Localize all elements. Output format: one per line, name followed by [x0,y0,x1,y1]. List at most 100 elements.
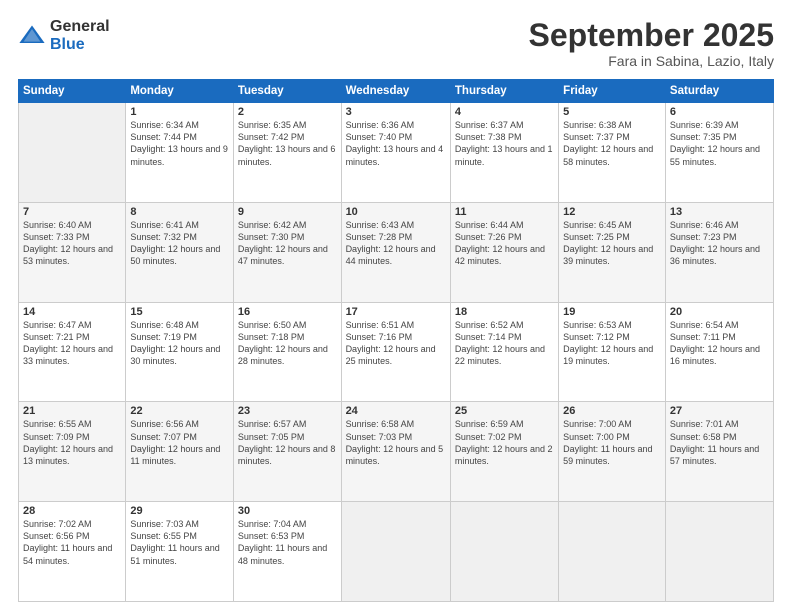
calendar-cell: 1Sunrise: 6:34 AMSunset: 7:44 PMDaylight… [126,103,234,203]
day-number: 16 [238,306,337,318]
week-row-1: 1Sunrise: 6:34 AMSunset: 7:44 PMDaylight… [19,103,774,203]
calendar-cell [450,502,558,602]
logo-general: General [50,18,110,36]
title-block: September 2025 Fara in Sabina, Lazio, It… [529,18,774,69]
day-info: Sunrise: 6:48 AMSunset: 7:19 PMDaylight:… [130,319,229,368]
day-number: 26 [563,405,661,417]
day-number: 7 [23,206,121,218]
day-info: Sunrise: 7:04 AMSunset: 6:53 PMDaylight:… [238,518,337,567]
calendar-cell: 19Sunrise: 6:53 AMSunset: 7:12 PMDayligh… [559,302,666,402]
day-info: Sunrise: 6:43 AMSunset: 7:28 PMDaylight:… [346,219,446,268]
day-number: 22 [130,405,229,417]
calendar-cell: 20Sunrise: 6:54 AMSunset: 7:11 PMDayligh… [665,302,773,402]
day-number: 13 [670,206,769,218]
day-info: Sunrise: 6:37 AMSunset: 7:38 PMDaylight:… [455,119,554,168]
day-number: 30 [238,505,337,517]
day-number: 28 [23,505,121,517]
calendar-cell: 18Sunrise: 6:52 AMSunset: 7:14 PMDayligh… [450,302,558,402]
day-info: Sunrise: 7:01 AMSunset: 6:58 PMDaylight:… [670,418,769,467]
calendar-cell [341,502,450,602]
calendar-cell: 4Sunrise: 6:37 AMSunset: 7:38 PMDaylight… [450,103,558,203]
calendar-cell: 11Sunrise: 6:44 AMSunset: 7:26 PMDayligh… [450,202,558,302]
day-info: Sunrise: 6:53 AMSunset: 7:12 PMDaylight:… [563,319,661,368]
day-info: Sunrise: 6:52 AMSunset: 7:14 PMDaylight:… [455,319,554,368]
calendar-cell: 6Sunrise: 6:39 AMSunset: 7:35 PMDaylight… [665,103,773,203]
day-info: Sunrise: 6:55 AMSunset: 7:09 PMDaylight:… [23,418,121,467]
day-number: 29 [130,505,229,517]
day-info: Sunrise: 6:45 AMSunset: 7:25 PMDaylight:… [563,219,661,268]
calendar-cell: 17Sunrise: 6:51 AMSunset: 7:16 PMDayligh… [341,302,450,402]
day-info: Sunrise: 6:41 AMSunset: 7:32 PMDaylight:… [130,219,229,268]
logo-icon [18,22,46,50]
calendar-cell [665,502,773,602]
day-info: Sunrise: 6:44 AMSunset: 7:26 PMDaylight:… [455,219,554,268]
day-info: Sunrise: 6:42 AMSunset: 7:30 PMDaylight:… [238,219,337,268]
location-subtitle: Fara in Sabina, Lazio, Italy [529,53,774,69]
day-number: 2 [238,106,337,118]
day-number: 23 [238,405,337,417]
day-number: 21 [23,405,121,417]
day-number: 1 [130,106,229,118]
calendar-cell: 10Sunrise: 6:43 AMSunset: 7:28 PMDayligh… [341,202,450,302]
day-number: 12 [563,206,661,218]
day-info: Sunrise: 6:39 AMSunset: 7:35 PMDaylight:… [670,119,769,168]
week-row-2: 7Sunrise: 6:40 AMSunset: 7:33 PMDaylight… [19,202,774,302]
day-info: Sunrise: 6:54 AMSunset: 7:11 PMDaylight:… [670,319,769,368]
day-info: Sunrise: 6:34 AMSunset: 7:44 PMDaylight:… [130,119,229,168]
calendar-cell: 27Sunrise: 7:01 AMSunset: 6:58 PMDayligh… [665,402,773,502]
col-header-monday: Monday [126,80,234,103]
calendar-cell: 15Sunrise: 6:48 AMSunset: 7:19 PMDayligh… [126,302,234,402]
page: General Blue September 2025 Fara in Sabi… [0,0,792,612]
day-number: 8 [130,206,229,218]
calendar-cell: 21Sunrise: 6:55 AMSunset: 7:09 PMDayligh… [19,402,126,502]
day-number: 11 [455,206,554,218]
day-number: 5 [563,106,661,118]
col-header-thursday: Thursday [450,80,558,103]
day-info: Sunrise: 7:03 AMSunset: 6:55 PMDaylight:… [130,518,229,567]
calendar-cell: 28Sunrise: 7:02 AMSunset: 6:56 PMDayligh… [19,502,126,602]
logo-text: General Blue [50,18,110,53]
day-info: Sunrise: 6:51 AMSunset: 7:16 PMDaylight:… [346,319,446,368]
col-header-wednesday: Wednesday [341,80,450,103]
day-info: Sunrise: 6:47 AMSunset: 7:21 PMDaylight:… [23,319,121,368]
week-row-3: 14Sunrise: 6:47 AMSunset: 7:21 PMDayligh… [19,302,774,402]
day-number: 17 [346,306,446,318]
day-number: 9 [238,206,337,218]
day-number: 27 [670,405,769,417]
day-number: 10 [346,206,446,218]
day-number: 15 [130,306,229,318]
day-number: 19 [563,306,661,318]
day-info: Sunrise: 6:56 AMSunset: 7:07 PMDaylight:… [130,418,229,467]
col-header-saturday: Saturday [665,80,773,103]
calendar-cell: 2Sunrise: 6:35 AMSunset: 7:42 PMDaylight… [233,103,341,203]
calendar-cell: 5Sunrise: 6:38 AMSunset: 7:37 PMDaylight… [559,103,666,203]
day-number: 4 [455,106,554,118]
week-row-5: 28Sunrise: 7:02 AMSunset: 6:56 PMDayligh… [19,502,774,602]
day-number: 25 [455,405,554,417]
month-title: September 2025 [529,18,774,53]
calendar-cell: 13Sunrise: 6:46 AMSunset: 7:23 PMDayligh… [665,202,773,302]
calendar-cell: 7Sunrise: 6:40 AMSunset: 7:33 PMDaylight… [19,202,126,302]
calendar-cell [559,502,666,602]
day-info: Sunrise: 6:38 AMSunset: 7:37 PMDaylight:… [563,119,661,168]
day-info: Sunrise: 6:59 AMSunset: 7:02 PMDaylight:… [455,418,554,467]
day-number: 6 [670,106,769,118]
col-header-friday: Friday [559,80,666,103]
calendar-cell: 22Sunrise: 6:56 AMSunset: 7:07 PMDayligh… [126,402,234,502]
col-header-sunday: Sunday [19,80,126,103]
day-info: Sunrise: 6:40 AMSunset: 7:33 PMDaylight:… [23,219,121,268]
logo: General Blue [18,18,110,53]
day-info: Sunrise: 6:36 AMSunset: 7:40 PMDaylight:… [346,119,446,168]
day-info: Sunrise: 6:46 AMSunset: 7:23 PMDaylight:… [670,219,769,268]
calendar-cell: 8Sunrise: 6:41 AMSunset: 7:32 PMDaylight… [126,202,234,302]
header: General Blue September 2025 Fara in Sabi… [18,18,774,69]
header-row: SundayMondayTuesdayWednesdayThursdayFrid… [19,80,774,103]
day-number: 3 [346,106,446,118]
day-info: Sunrise: 6:58 AMSunset: 7:03 PMDaylight:… [346,418,446,467]
day-info: Sunrise: 6:35 AMSunset: 7:42 PMDaylight:… [238,119,337,168]
calendar-cell: 3Sunrise: 6:36 AMSunset: 7:40 PMDaylight… [341,103,450,203]
calendar-cell: 29Sunrise: 7:03 AMSunset: 6:55 PMDayligh… [126,502,234,602]
calendar-table: SundayMondayTuesdayWednesdayThursdayFrid… [18,79,774,602]
logo-blue: Blue [50,36,110,54]
day-number: 18 [455,306,554,318]
